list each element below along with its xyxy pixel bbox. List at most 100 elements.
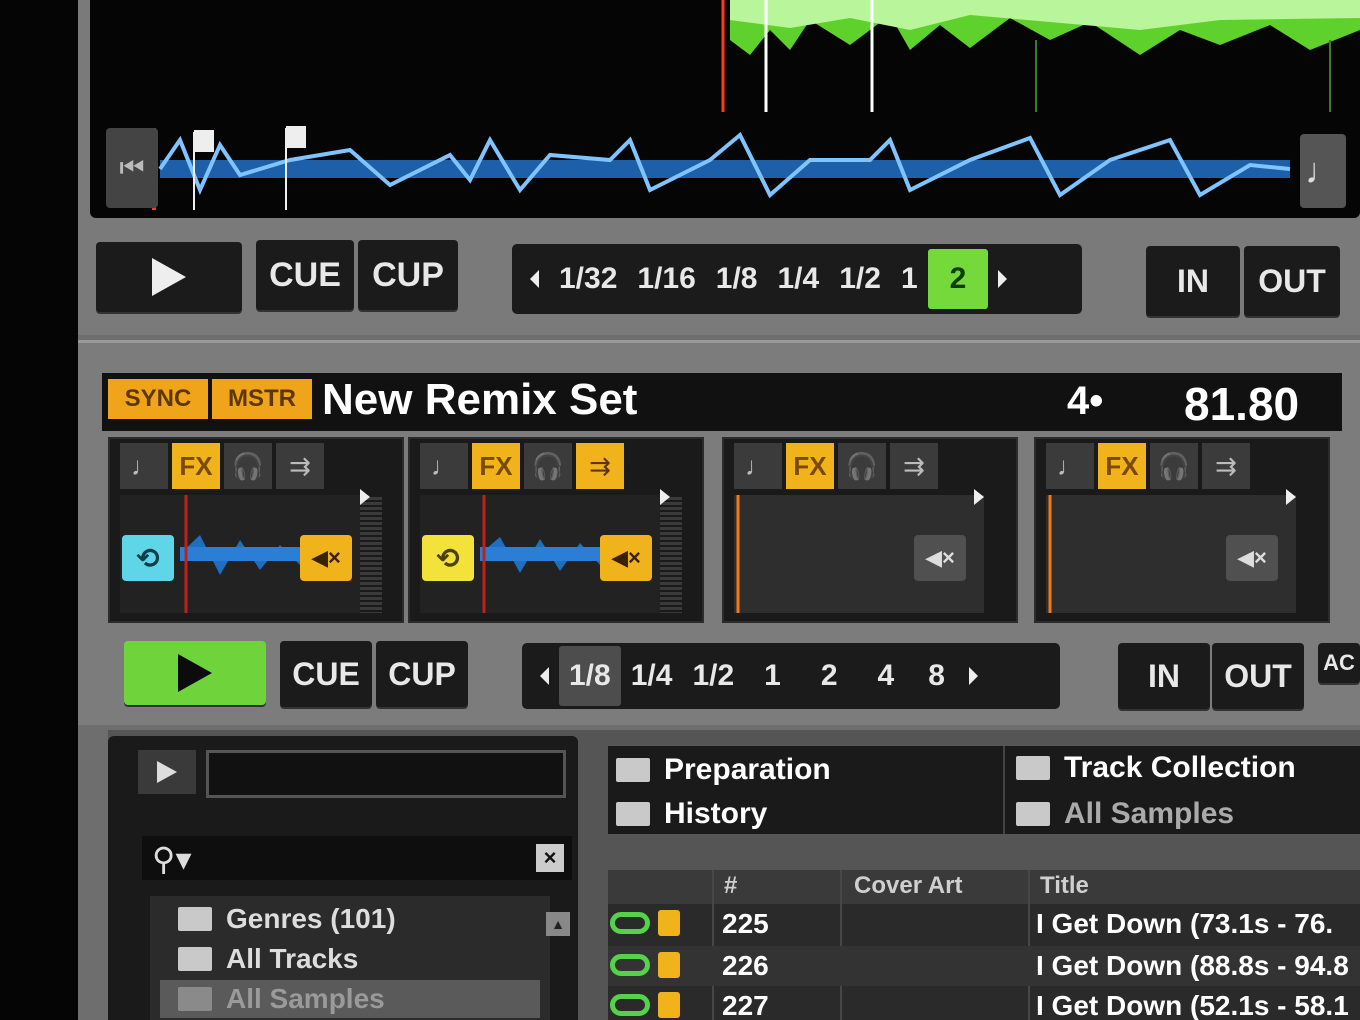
track-number: 226 (722, 950, 769, 981)
deck-a-loop-in-button[interactable]: IN (1146, 246, 1240, 316)
remix-loop-size-bar: 1/8 1/4 1/2 1 2 4 8 (522, 643, 1060, 709)
trigger-mode-icon[interactable]: ⇉ (276, 443, 324, 489)
column-header-title[interactable]: Title (1040, 872, 1089, 900)
remix-deck: SYNC MSTR New Remix Set 4• 81.80 ♩ FX 🎧 … (78, 340, 1360, 725)
lock-icon (658, 952, 680, 978)
deck-a-cue-button[interactable]: CUE (256, 240, 354, 310)
track-title: I Get Down (52.1s - 58.1 (1036, 990, 1349, 1020)
headphones-icon[interactable]: 🎧 (524, 443, 572, 489)
track-list-header: # Cover Art Title (608, 870, 1360, 904)
loop-size-2[interactable]: 2 (801, 646, 858, 706)
music-note-icon[interactable]: ♩ (1300, 134, 1346, 208)
column-header-number[interactable]: # (724, 872, 737, 900)
remix-slot-2[interactable]: ♩ FX 🎧 ⇉ ⟲ ◀× (408, 437, 704, 623)
remix-cue-button[interactable]: CUE (280, 641, 372, 707)
loop-size-8[interactable]: 8 (914, 646, 959, 706)
linked-sample-icon (610, 994, 650, 1016)
headphones-icon[interactable]: 🎧 (224, 443, 272, 489)
tree-item-all-samples[interactable]: All Samples (160, 980, 540, 1018)
loop-size-1-32[interactable]: 1/32 (549, 249, 627, 309)
favorite-all-samples[interactable]: All Samples (1016, 792, 1234, 836)
loop-prev-arrow-icon[interactable] (540, 667, 549, 685)
slot-fx-button[interactable]: FX (472, 443, 520, 489)
folder-icon (1016, 802, 1050, 826)
loop-prev-arrow-icon[interactable] (530, 270, 539, 288)
remix-set-title: New Remix Set (322, 375, 638, 424)
track-number: 225 (722, 908, 769, 939)
skip-to-start-icon[interactable]: ⏮ (106, 128, 158, 208)
mute-icon[interactable]: ◀× (300, 535, 352, 581)
loop-next-arrow-icon[interactable] (968, 667, 978, 685)
music-note-icon[interactable]: ♩ (1046, 443, 1094, 489)
screen-bezel (0, 0, 78, 1020)
loop-size-4[interactable]: 4 (858, 646, 915, 706)
favorite-label: Track Collection (1064, 751, 1296, 784)
favorite-track-collection[interactable]: Track Collection (1016, 746, 1296, 790)
search-input[interactable]: ⚲▾ × (142, 836, 572, 880)
mute-icon[interactable]: ◀× (1226, 535, 1278, 581)
lock-icon (658, 992, 680, 1018)
tree-item-label: Genres (101) (226, 903, 396, 934)
headphones-icon[interactable]: 🎧 (838, 443, 886, 489)
column-header-cover-art[interactable]: Cover Art (854, 872, 962, 900)
table-row[interactable]: 227 I Get Down (52.1s - 58.1 (608, 986, 1360, 1020)
deck-a-play-button[interactable] (96, 242, 242, 312)
master-button[interactable]: MSTR (212, 379, 312, 419)
tree-item-genres[interactable]: Genres (101) (178, 900, 396, 938)
slot-fx-button[interactable]: FX (786, 443, 834, 489)
deck-a: ⏮ ♩ CUE CUP 1/32 1/16 1/8 1/4 1/2 1 2 IN… (78, 0, 1360, 335)
mute-icon[interactable]: ◀× (914, 535, 966, 581)
remix-cup-button[interactable]: CUP (376, 641, 468, 707)
scroll-up-icon[interactable]: ▲ (546, 912, 570, 936)
waveform-graphic (152, 0, 1360, 210)
music-note-icon[interactable]: ♩ (734, 443, 782, 489)
remix-extra-button[interactable]: AC (1318, 643, 1360, 683)
deck-a-loop-out-button[interactable]: OUT (1244, 246, 1340, 316)
mute-icon[interactable]: ◀× (600, 535, 652, 581)
loop-size-1[interactable]: 1 (891, 249, 928, 309)
loop-size-1-4[interactable]: 1/4 (621, 646, 683, 706)
tree-item-all-tracks[interactable]: All Tracks (178, 940, 358, 978)
preview-play-button[interactable] (138, 750, 196, 794)
loop-size-1[interactable]: 1 (744, 646, 801, 706)
home-folder-icon (616, 758, 650, 782)
music-note-icon[interactable]: ♩ (120, 443, 168, 489)
track-title: I Get Down (73.1s - 76. (1036, 908, 1334, 939)
remix-play-button[interactable] (124, 641, 266, 705)
clear-search-icon[interactable]: × (536, 844, 564, 872)
loop-size-1-16[interactable]: 1/16 (627, 249, 705, 309)
remix-slot-4[interactable]: ♩ FX 🎧 ⇉ ◀× (1034, 437, 1330, 623)
loop-size-1-2[interactable]: 1/2 (682, 646, 744, 706)
headphones-icon[interactable]: 🎧 (1150, 443, 1198, 489)
remix-slot-3[interactable]: ♩ FX 🎧 ⇉ ◀× (722, 437, 1018, 623)
loop-icon[interactable]: ⟲ (122, 535, 174, 581)
deck-a-cup-button[interactable]: CUP (358, 240, 458, 310)
loop-size-1-8-selected[interactable]: 1/8 (559, 646, 621, 706)
loop-icon[interactable]: ⟲ (422, 535, 474, 581)
loop-size-2-active[interactable]: 2 (927, 249, 989, 309)
favorite-history[interactable]: History (616, 792, 767, 836)
table-row[interactable]: 226 I Get Down (88.8s - 94.8 (608, 946, 1360, 986)
table-row[interactable]: 225 I Get Down (73.1s - 76. (608, 904, 1360, 944)
slot-fx-button[interactable]: FX (1098, 443, 1146, 489)
loop-size-1-4[interactable]: 1/4 (768, 249, 830, 309)
loop-size-1-2[interactable]: 1/2 (829, 249, 891, 309)
music-note-icon[interactable]: ♩ (420, 443, 468, 489)
loop-size-1-8[interactable]: 1/8 (706, 249, 768, 309)
slot-play-marker-icon (1286, 489, 1296, 505)
track-number: 227 (722, 990, 769, 1020)
remix-slot-1[interactable]: ♩ FX 🎧 ⇉ ⟲ ◀× (108, 437, 404, 623)
loop-next-arrow-icon[interactable] (998, 270, 1008, 288)
preview-player-display[interactable] (206, 750, 566, 798)
trigger-mode-icon[interactable]: ⇉ (1202, 443, 1250, 489)
sync-button[interactable]: SYNC (108, 379, 208, 419)
favorite-preparation[interactable]: Preparation (616, 748, 831, 792)
remix-loop-in-button[interactable]: IN (1118, 643, 1210, 709)
remix-loop-out-button[interactable]: OUT (1212, 643, 1304, 709)
trigger-mode-icon[interactable]: ⇉ (576, 443, 624, 489)
remix-deck-header: SYNC MSTR New Remix Set 4• 81.80 (102, 373, 1342, 431)
deck-a-waveform[interactable]: ⏮ ♩ (90, 0, 1360, 218)
favorites-bar: Preparation Track Collection History All… (608, 746, 1360, 834)
slot-fx-button[interactable]: FX (172, 443, 220, 489)
trigger-mode-icon[interactable]: ⇉ (890, 443, 938, 489)
